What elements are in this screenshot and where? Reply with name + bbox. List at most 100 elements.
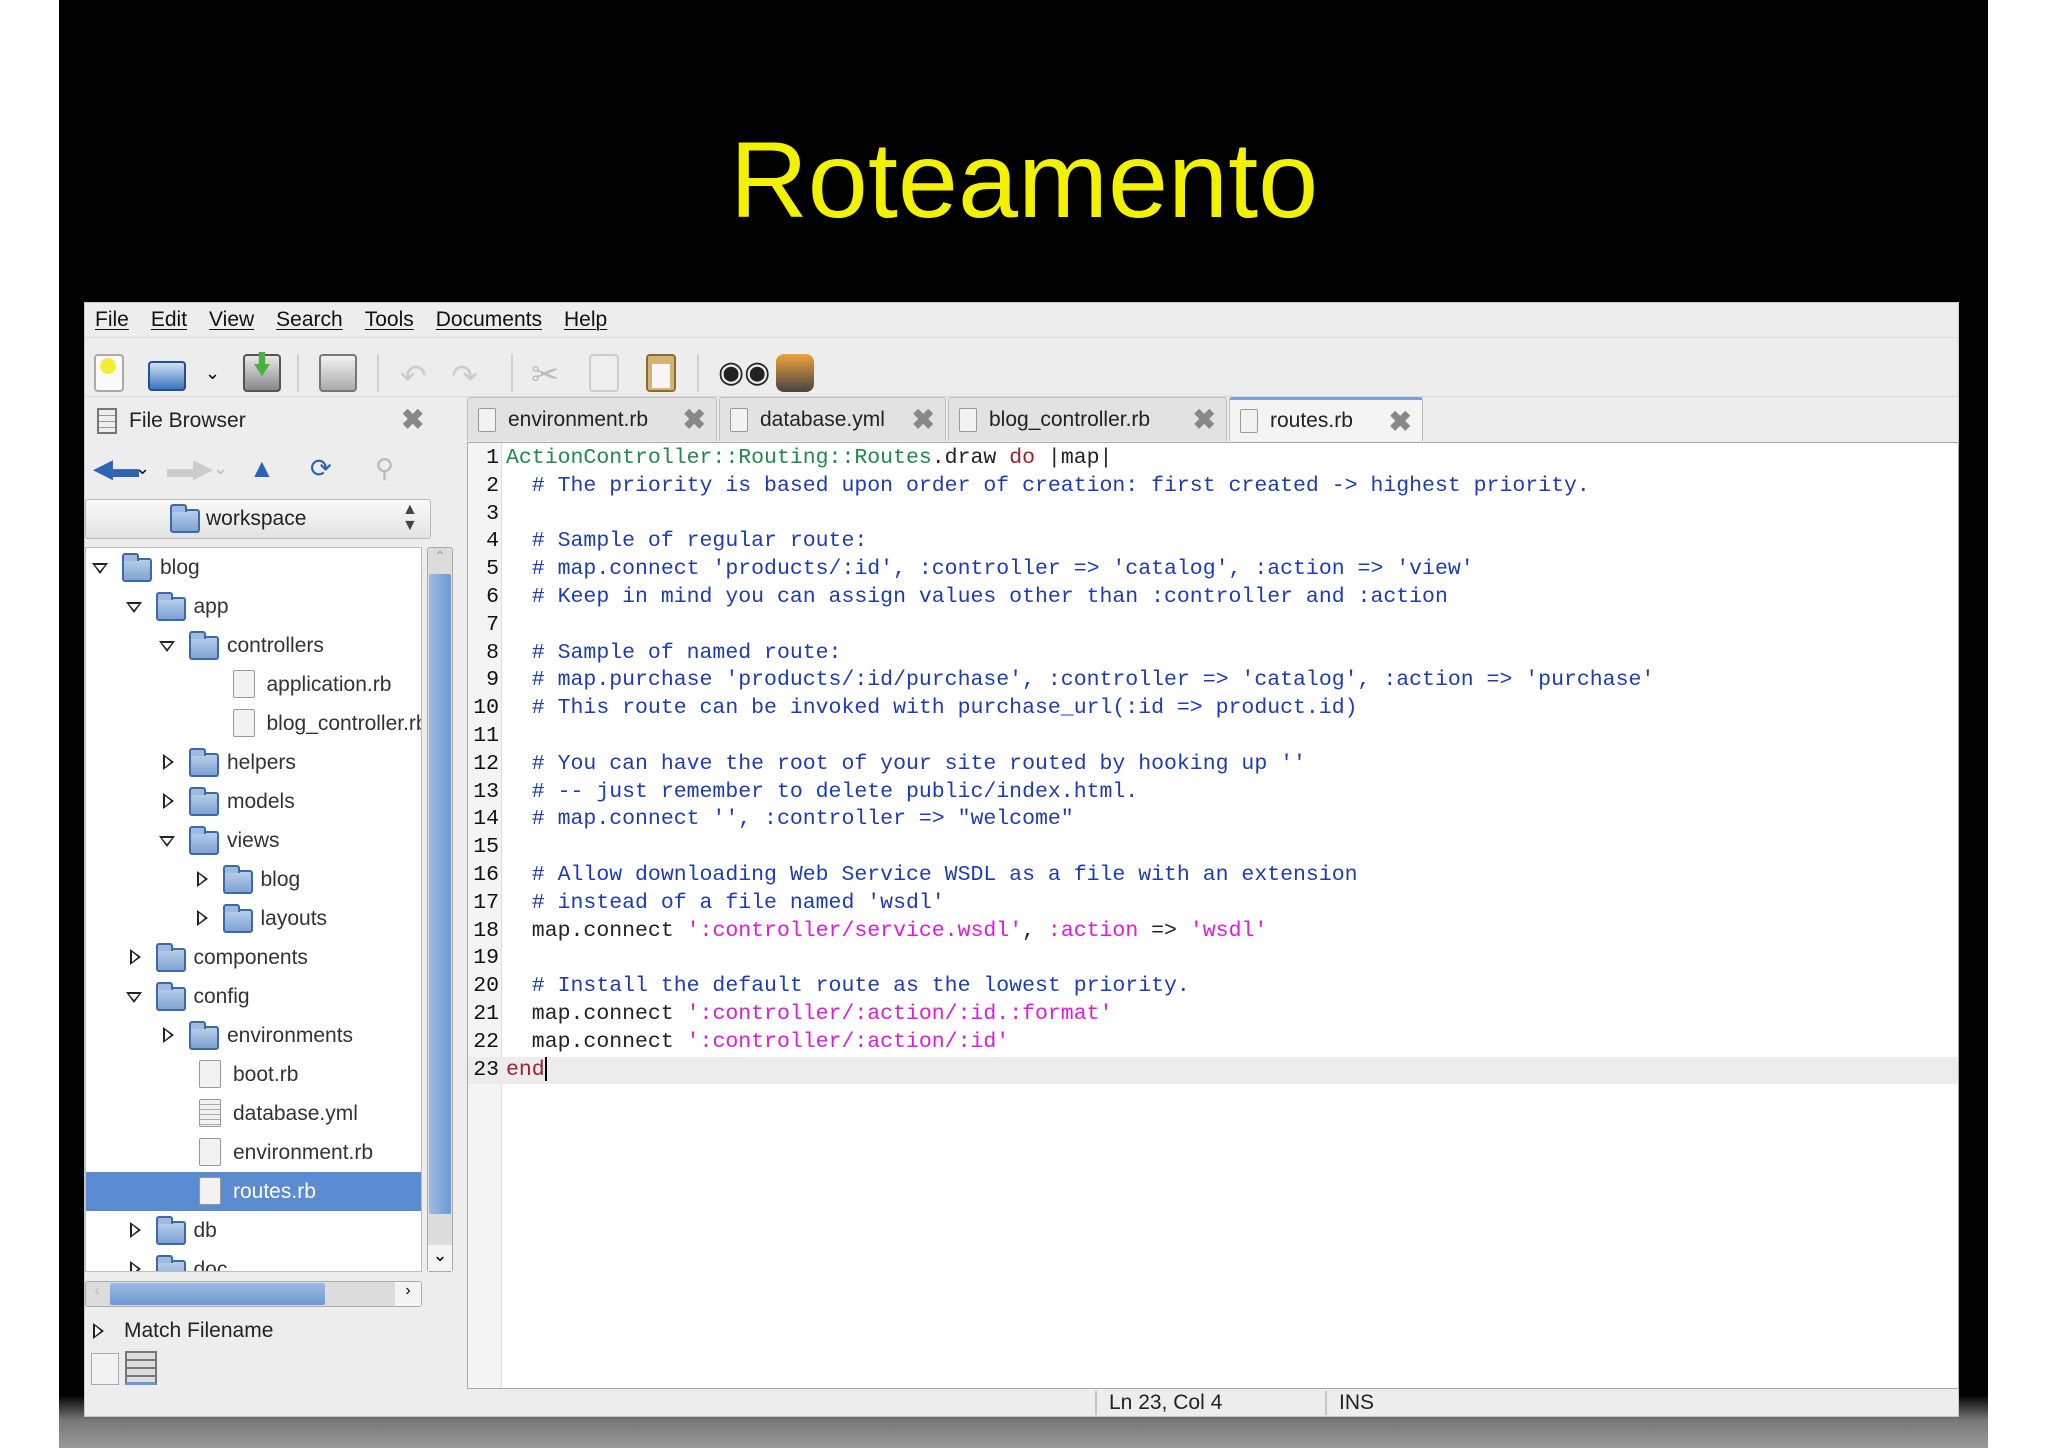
tree-item[interactable]: views	[86, 821, 421, 860]
collapsed-arrow-icon[interactable]	[196, 910, 208, 926]
menu-help[interactable]: Help	[564, 308, 607, 332]
tree-item-label: boot.rb	[233, 1062, 299, 1086]
collapsed-arrow-icon[interactable]	[163, 754, 174, 770]
tree-item[interactable]: helpers	[86, 743, 421, 782]
expanded-arrow-icon[interactable]	[159, 836, 175, 847]
close-tab-icon[interactable]: ✖	[1193, 406, 1216, 434]
code-token-comment: # Sample of named route:	[506, 640, 842, 665]
cut-icon[interactable]: ✂	[531, 355, 560, 395]
file-icon	[232, 709, 255, 737]
scroll-up-button[interactable]: ⌃	[428, 548, 452, 572]
line-number: 9	[486, 668, 499, 693]
tree-vertical-scrollbar[interactable]: ⌃ ⌄	[427, 547, 453, 1272]
menu-search[interactable]: Search	[276, 308, 343, 332]
open-icon[interactable]	[148, 361, 186, 391]
tree-item[interactable]: db	[86, 1211, 421, 1250]
close-panel-icon[interactable]: ✖	[401, 406, 424, 434]
scroll-right-button[interactable]: ›	[395, 1282, 421, 1306]
tab-routes-rb[interactable]: routes.rb ✖	[1229, 397, 1423, 441]
tree-item[interactable]: components	[86, 938, 421, 977]
menu-documents[interactable]: Documents	[436, 308, 542, 332]
code-editor[interactable]: 1 ActionController::Routing::Routes.draw …	[467, 442, 1959, 1389]
forward-icon[interactable]: ▬▶	[167, 453, 213, 483]
tree-item[interactable]: blog	[86, 548, 421, 587]
tree-horizontal-scrollbar[interactable]: ‹ ›	[85, 1281, 422, 1307]
collapsed-arrow-icon[interactable]	[129, 1261, 141, 1271]
expanded-arrow-icon[interactable]	[159, 641, 175, 652]
line-number: 12	[473, 751, 499, 776]
collapsed-arrow-icon[interactable]	[129, 949, 141, 965]
back-dropdown-icon[interactable]: ⌄	[135, 453, 150, 483]
expanded-arrow-icon[interactable]	[92, 563, 108, 574]
collapsed-arrow-icon[interactable]	[163, 1027, 174, 1043]
close-tab-icon[interactable]: ✖	[1389, 408, 1412, 436]
toolbar-separator	[511, 354, 513, 392]
tab-environment-rb[interactable]: environment.rb ✖	[467, 397, 717, 441]
collapsed-arrow-icon[interactable]	[129, 1222, 141, 1238]
copy-icon[interactable]	[589, 354, 619, 392]
tree-item-label: blog	[160, 555, 200, 579]
find-replace-icon[interactable]	[776, 354, 814, 392]
scroll-down-button[interactable]: ⌄	[428, 1245, 452, 1271]
match-filename-expander[interactable]: Match Filename	[93, 1315, 273, 1347]
tab-database-yml[interactable]: database.yml ✖	[719, 397, 946, 441]
tree-item[interactable]: boot.rb	[86, 1055, 421, 1094]
back-icon[interactable]: ◀▬	[93, 453, 139, 483]
save-icon[interactable]	[243, 352, 281, 392]
file-icon	[199, 1099, 221, 1127]
open-dropdown-icon[interactable]: ⌄	[205, 363, 220, 384]
menu-view[interactable]: View	[209, 308, 254, 332]
new-document-icon[interactable]	[94, 354, 124, 392]
scrollbar-thumb[interactable]	[110, 1283, 325, 1305]
code-line: 16 # Allow downloading Web Service WSDL …	[468, 862, 1958, 890]
collapsed-arrow-icon[interactable]	[163, 793, 174, 809]
menu-file[interactable]: File	[95, 308, 129, 332]
tree-item[interactable]: config	[86, 977, 421, 1016]
location-combo[interactable]: workspace ▲ ▼	[85, 499, 431, 539]
tree-item[interactable]: app	[86, 587, 421, 626]
scroll-left-button[interactable]: ‹	[86, 1282, 108, 1306]
folder-icon	[222, 904, 253, 933]
slide-title: Roteamento	[729, 119, 1319, 240]
tree-item-label: helpers	[227, 750, 296, 774]
tree-item[interactable]: environments	[86, 1016, 421, 1055]
code-text: # Keep in mind you can assign values oth…	[506, 584, 1448, 612]
menu-edit[interactable]: Edit	[151, 308, 187, 332]
tree-item[interactable]: routes.rb	[86, 1172, 421, 1211]
expanded-arrow-icon[interactable]	[125, 992, 142, 1003]
file-browser-panel-tab[interactable]	[125, 1351, 157, 1385]
tree-item[interactable]: environment.rb	[86, 1133, 421, 1172]
line-number: 7	[486, 612, 499, 637]
tree-item[interactable]: blog_controller.rb	[86, 704, 421, 743]
tab-blog-controller-rb[interactable]: blog_controller.rb ✖	[948, 397, 1227, 441]
code-token-comment: # map.purchase 'products/:id/purchase', …	[506, 668, 1655, 693]
filter-icon[interactable]: ⚲	[375, 453, 394, 483]
tree-item[interactable]: database.yml	[86, 1094, 421, 1133]
find-icon[interactable]: ◉◉	[718, 355, 770, 390]
line-number: 17	[473, 890, 499, 915]
close-tab-icon[interactable]: ✖	[683, 406, 706, 434]
undo-icon[interactable]: ↶	[400, 357, 427, 395]
paste-icon[interactable]	[646, 354, 676, 392]
tree-item[interactable]: doc	[86, 1250, 421, 1271]
redo-icon[interactable]: ↷	[451, 357, 478, 395]
line-number: 3	[486, 501, 499, 526]
refresh-icon[interactable]: ⟳	[310, 453, 332, 483]
file-tree: blog app controllers application.rb blog_con…	[85, 547, 422, 1272]
tree-item[interactable]: controllers	[86, 626, 421, 665]
menu-tools[interactable]: Tools	[365, 308, 414, 332]
text-cursor	[544, 1056, 547, 1081]
tree-item[interactable]: application.rb	[86, 665, 421, 704]
documents-panel-tab[interactable]	[91, 1353, 119, 1385]
tree-item[interactable]: layouts	[86, 899, 421, 938]
print-icon[interactable]	[319, 354, 357, 392]
tree-item[interactable]: models	[86, 782, 421, 821]
forward-dropdown-icon[interactable]: ⌄	[213, 453, 228, 483]
expanded-arrow-icon[interactable]	[125, 602, 142, 613]
up-icon[interactable]: ▲	[249, 453, 275, 483]
close-tab-icon[interactable]: ✖	[912, 406, 935, 434]
scrollbar-thumb[interactable]	[429, 574, 451, 1214]
folder-icon	[155, 1255, 186, 1271]
collapsed-arrow-icon[interactable]	[196, 871, 208, 887]
tree-item[interactable]: blog	[86, 860, 421, 899]
